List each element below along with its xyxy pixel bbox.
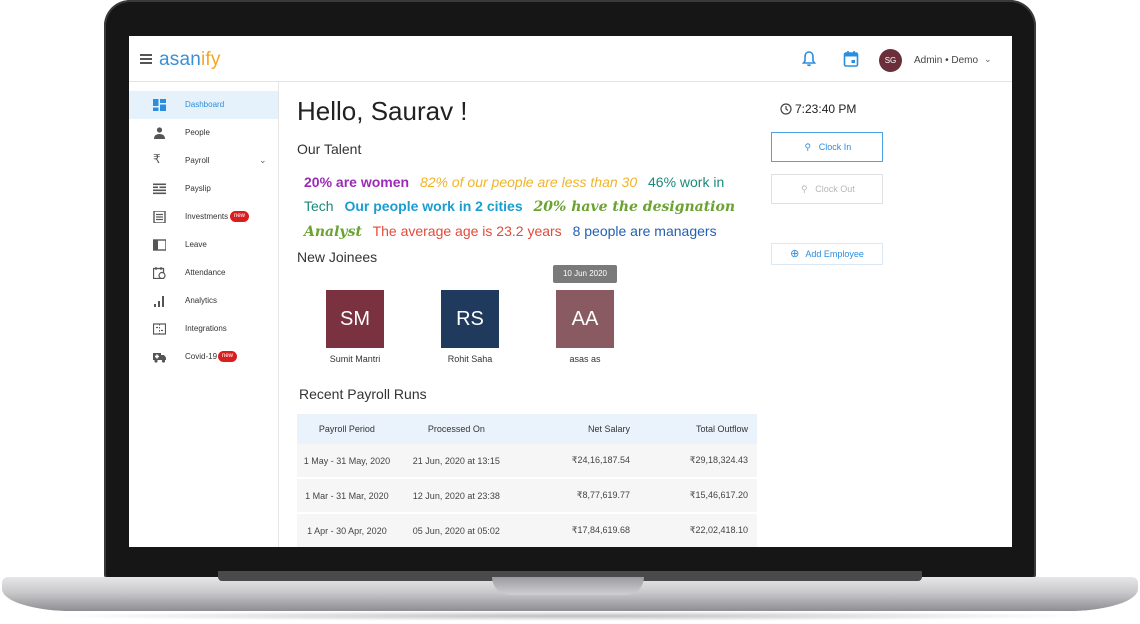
- table-row[interactable]: 1 May - 31 May, 2020 21 Jun, 2020 at 13:…: [297, 444, 757, 479]
- sidebar-item-covid[interactable]: Covid-19 new: [129, 343, 278, 371]
- sidebar-item-label: Dashboard: [185, 100, 225, 109]
- app-screen: asanify SG Admin • Demo ⌄ Dashboard Peop…: [129, 36, 1012, 547]
- joinee-avatar[interactable]: RS: [441, 290, 499, 348]
- column-header[interactable]: Total Outflow: [631, 414, 757, 444]
- talent-fact: 20% are women: [304, 174, 410, 190]
- sidebar-item-label: People: [185, 128, 210, 137]
- new-badge: new: [218, 351, 238, 362]
- column-header[interactable]: Processed On: [391, 414, 521, 444]
- leave-icon: [153, 239, 166, 251]
- talent-fact: 82% of our people are less than 30: [419, 174, 638, 190]
- clock-in-button[interactable]: ⚲ Clock In: [771, 132, 883, 162]
- joinee-date-tooltip: 10 Jun 2020: [553, 265, 617, 283]
- sidebar-item-attendance[interactable]: Attendance: [129, 259, 278, 287]
- table-cell: ₹15,46,617.20: [631, 478, 757, 514]
- joinee-avatar[interactable]: SM: [326, 290, 384, 348]
- joinee-card[interactable]: AA asas as: [540, 290, 630, 364]
- clock-icon: [780, 103, 792, 115]
- clock-out-button[interactable]: ⚲ Clock Out: [771, 174, 883, 204]
- sidebar-item-analytics[interactable]: Analytics: [129, 287, 278, 315]
- calendar-icon[interactable]: [843, 50, 859, 68]
- new-badge: new: [230, 211, 250, 222]
- app-logo[interactable]: asanify: [159, 49, 221, 71]
- table-cell: ₹8,77,619.77: [520, 478, 632, 514]
- new-joinees-heading: New Joinees: [297, 249, 378, 265]
- table-cell: 1 May - 31 May, 2020: [297, 444, 392, 479]
- talent-fact: 8 people are managers: [572, 223, 717, 239]
- sidebar-item-leave[interactable]: Leave: [129, 231, 278, 259]
- clock-in-icon: ⚲: [804, 142, 812, 152]
- chevron-down-icon[interactable]: ⌄: [984, 54, 992, 65]
- bell-icon[interactable]: [801, 50, 817, 68]
- sidebar-item-label: Leave: [185, 240, 207, 249]
- laptop-notch: [492, 577, 644, 595]
- clock-out-icon: ⚲: [800, 184, 808, 194]
- table-cell: ₹24,16,187.54: [520, 444, 632, 479]
- ambulance-icon: [153, 353, 166, 363]
- joinee-card[interactable]: RS Rohit Saha: [425, 290, 515, 364]
- table-cell: ₹22,02,418.10: [631, 513, 757, 547]
- sidebar-item-dashboard[interactable]: Dashboard: [129, 91, 278, 119]
- table-cell: ₹29,18,324.43: [631, 444, 757, 479]
- table-cell: 12 Jun, 2020 at 23:38: [391, 478, 521, 514]
- add-employee-button[interactable]: ⊕ Add Employee: [771, 243, 883, 265]
- sidebar: Dashboard People ₹ Payroll ⌄ Payslip Inv…: [129, 82, 279, 547]
- talent-facts: 20% are women 82% of our people are less…: [304, 170, 744, 244]
- table-cell: 1 Apr - 30 Apr, 2020: [297, 513, 392, 547]
- sidebar-item-label: Attendance: [185, 268, 226, 277]
- sidebar-item-people[interactable]: People: [129, 119, 278, 147]
- current-time: 7:23:40 PM: [795, 102, 857, 116]
- avatar[interactable]: SG: [879, 49, 902, 72]
- add-circle-icon: ⊕: [790, 248, 800, 260]
- dashboard-icon: [153, 99, 166, 111]
- sidebar-item-label: Analytics: [185, 296, 218, 305]
- joinee-name: Sumit Mantri: [329, 354, 381, 364]
- column-header[interactable]: Net Salary: [520, 414, 632, 444]
- sidebar-item-payslip[interactable]: Payslip: [129, 175, 278, 203]
- column-header[interactable]: Payroll Period: [297, 414, 392, 444]
- sidebar-item-label: Payslip: [185, 184, 211, 193]
- sidebar-item-label: Investments: [185, 212, 229, 221]
- rupee-icon: ₹: [153, 152, 161, 166]
- sidebar-item-label: Covid-19: [185, 352, 218, 361]
- table-cell: 1 Mar - 31 Mar, 2020: [297, 478, 392, 514]
- person-icon: [154, 127, 165, 139]
- attendance-icon: [153, 267, 166, 279]
- table-row[interactable]: 1 Apr - 30 Apr, 2020 05 Jun, 2020 at 05:…: [297, 513, 757, 547]
- chevron-down-icon[interactable]: ⌄: [259, 155, 267, 166]
- investments-icon: [153, 211, 166, 223]
- laptop-shadow: [40, 611, 1100, 621]
- menu-icon[interactable]: [140, 54, 152, 64]
- table-cell: 21 Jun, 2020 at 13:15: [391, 444, 521, 479]
- payroll-table: Payroll Period Processed On Net Salary T…: [297, 414, 757, 547]
- analytics-icon: [154, 296, 164, 307]
- talent-fact: Our people work in 2 cities: [344, 198, 523, 214]
- sidebar-item-label: Payroll: [185, 156, 210, 165]
- payslip-icon: [153, 183, 166, 195]
- joinee-name: Rohit Saha: [447, 354, 493, 364]
- talent-fact: The average age is 23.2 years: [372, 223, 562, 239]
- table-header-row: Payroll Period Processed On Net Salary T…: [297, 414, 757, 444]
- page-title: Hello, Saurav !: [297, 96, 468, 126]
- table-cell: 05 Jun, 2020 at 05:02: [391, 513, 521, 547]
- table-row[interactable]: 1 Mar - 31 Mar, 2020 12 Jun, 2020 at 23:…: [297, 478, 757, 514]
- user-menu-label[interactable]: Admin • Demo: [914, 55, 978, 66]
- table-cell: ₹17,84,619.68: [520, 513, 632, 547]
- sidebar-item-label: Integrations: [185, 324, 227, 333]
- sidebar-item-payroll[interactable]: ₹ Payroll ⌄: [129, 147, 278, 175]
- integrations-icon: [153, 323, 166, 335]
- joinee-avatar[interactable]: AA: [556, 290, 614, 348]
- top-bar: asanify SG Admin • Demo ⌄: [129, 36, 1012, 82]
- payroll-heading: Recent Payroll Runs: [299, 386, 427, 402]
- talent-heading: Our Talent: [297, 141, 362, 157]
- joinee-card[interactable]: SM Sumit Mantri: [310, 290, 400, 364]
- joinee-name: asas as: [569, 354, 601, 364]
- sidebar-item-integrations[interactable]: Integrations: [129, 315, 278, 343]
- sidebar-item-investments[interactable]: Investments new: [129, 203, 278, 231]
